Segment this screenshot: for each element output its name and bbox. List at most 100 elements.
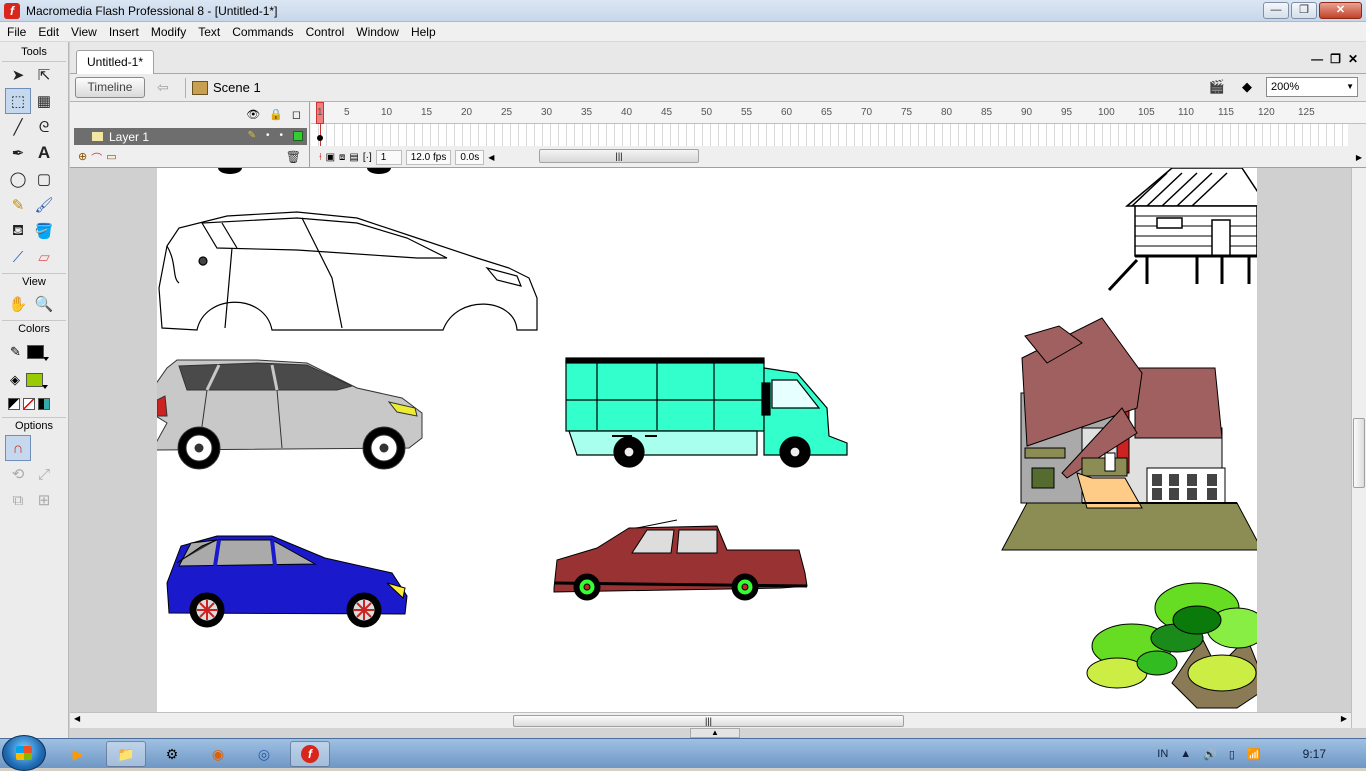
brush-tool-icon[interactable]: 🖌 bbox=[31, 192, 57, 218]
start-button[interactable] bbox=[2, 735, 46, 771]
zoom-tool-icon[interactable]: 🔍 bbox=[31, 291, 57, 317]
line-tool-icon[interactable]: ╱ bbox=[5, 114, 31, 140]
no-color-icon[interactable] bbox=[23, 398, 35, 410]
swap-colors-icon[interactable] bbox=[38, 398, 50, 410]
subselection-tool-icon[interactable]: ⇱ bbox=[31, 62, 57, 88]
menu-help[interactable]: Help bbox=[405, 22, 442, 42]
vertical-scroll-thumb[interactable] bbox=[1353, 418, 1365, 488]
document-tab[interactable]: Untitled-1* bbox=[76, 50, 155, 74]
cyan-box-truck[interactable] bbox=[565, 357, 848, 468]
firefox-icon[interactable]: ◉ bbox=[198, 741, 238, 767]
blue-suv[interactable] bbox=[166, 535, 408, 628]
insert-folder-icon[interactable]: ▭ bbox=[106, 150, 116, 166]
fill-color-swatch[interactable] bbox=[26, 373, 48, 389]
lock-dot[interactable]: • bbox=[279, 130, 283, 141]
pencil-tool-icon[interactable]: ✎ bbox=[5, 192, 31, 218]
clock[interactable]: 9:17 bbox=[1303, 747, 1326, 761]
horizontal-scrollbar[interactable]: ◀ ||| ▶ bbox=[70, 712, 1351, 728]
two-story-house[interactable] bbox=[1001, 317, 1263, 551]
back-arrow-icon[interactable]: ⇦ bbox=[157, 79, 179, 96]
zoom-select[interactable]: 200% bbox=[1266, 77, 1358, 97]
edit-scene-icon[interactable]: 🎬 bbox=[1206, 77, 1228, 97]
visibility-dot[interactable]: • bbox=[266, 130, 270, 141]
flash-task-icon[interactable]: f bbox=[290, 741, 330, 767]
doc-minimize-button[interactable]: — bbox=[1311, 52, 1323, 66]
timeline-toggle-button[interactable]: Timeline bbox=[75, 77, 145, 98]
explorer-folder-icon[interactable]: 📁 bbox=[106, 741, 146, 767]
eraser-tool-icon[interactable]: ▱ bbox=[31, 244, 57, 270]
horizontal-scroll-thumb[interactable]: ||| bbox=[513, 715, 904, 727]
gradient-transform-tool-icon[interactable]: ▦ bbox=[31, 88, 57, 114]
menu-text[interactable]: Text bbox=[192, 22, 226, 42]
pen-tool-icon[interactable]: ✒ bbox=[5, 140, 31, 166]
scroll-left-icon[interactable]: ◀ bbox=[488, 153, 494, 162]
network-icon[interactable]: 📶 bbox=[1247, 748, 1261, 761]
vertical-scrollbar[interactable] bbox=[1351, 168, 1366, 728]
oval-tool-icon[interactable]: ◯ bbox=[5, 166, 31, 192]
onion-outlines-icon[interactable]: ⧈ bbox=[339, 152, 345, 163]
free-transform-tool-icon[interactable]: ⬚ bbox=[5, 88, 31, 114]
menu-window[interactable]: Window bbox=[350, 22, 405, 42]
minimize-button[interactable]: — bbox=[1263, 2, 1289, 19]
insert-layer-icon[interactable]: ⊕ bbox=[78, 150, 87, 166]
network-app-icon[interactable]: ⚙ bbox=[152, 741, 192, 767]
menu-view[interactable]: View bbox=[65, 22, 103, 42]
webcam-app-icon[interactable]: ◎ bbox=[244, 741, 284, 767]
stilt-hut[interactable] bbox=[1107, 168, 1269, 292]
scroll-right-icon[interactable]: ▶ bbox=[1356, 153, 1362, 162]
eye-icon[interactable]: 👁 bbox=[246, 108, 260, 121]
envelope-icon[interactable]: ⊞ bbox=[31, 487, 57, 513]
doc-restore-button[interactable]: ❐ bbox=[1330, 52, 1341, 66]
frame-rate[interactable]: 12.0 fps bbox=[405, 149, 452, 165]
menu-edit[interactable]: Edit bbox=[32, 22, 65, 42]
scale-icon[interactable]: ⤢ bbox=[31, 461, 57, 487]
scroll-left-arrow-icon[interactable]: ◀ bbox=[74, 714, 80, 723]
eyedropper-tool-icon[interactable]: ⟋ bbox=[5, 244, 31, 270]
ink-bottle-tool-icon[interactable]: ⛾ bbox=[5, 218, 31, 244]
menu-insert[interactable]: Insert bbox=[103, 22, 145, 42]
black-white-icon[interactable] bbox=[8, 398, 20, 410]
scene-label[interactable]: Scene 1 bbox=[213, 80, 261, 95]
timeline-scrollbar[interactable]: ||| bbox=[539, 149, 699, 163]
menu-file[interactable]: File bbox=[0, 22, 32, 42]
volume-icon[interactable]: 🔊 bbox=[1203, 748, 1217, 761]
selection-tool-icon[interactable]: ➤ bbox=[5, 62, 31, 88]
outline-color-square[interactable] bbox=[293, 130, 303, 141]
panel-collapse-arrow-icon[interactable]: ▲ bbox=[690, 728, 740, 738]
menu-commands[interactable]: Commands bbox=[226, 22, 299, 42]
onion-skin-icon[interactable]: ▣ bbox=[326, 152, 335, 163]
distort-icon[interactable]: ⧉ bbox=[5, 487, 31, 513]
close-button[interactable]: ✕ bbox=[1319, 2, 1362, 19]
menu-modify[interactable]: Modify bbox=[145, 22, 192, 42]
stage[interactable] bbox=[150, 168, 1269, 712]
silver-minivan[interactable] bbox=[150, 359, 423, 470]
outline-icon[interactable]: ◻ bbox=[292, 108, 301, 121]
red-pickup[interactable] bbox=[553, 519, 808, 601]
show-hidden-icons-icon[interactable]: ▲ bbox=[1180, 748, 1191, 760]
language-indicator[interactable]: IN bbox=[1157, 748, 1168, 760]
rotate-skew-icon[interactable]: ⟲ bbox=[5, 461, 31, 487]
text-tool-icon[interactable]: A bbox=[31, 140, 57, 166]
frame-grid[interactable] bbox=[311, 124, 1348, 146]
stroke-color-swatch[interactable] bbox=[26, 345, 49, 361]
doc-close-button[interactable]: ✕ bbox=[1348, 52, 1358, 66]
hand-tool-icon[interactable]: ✋ bbox=[5, 291, 31, 317]
onion-markers-icon[interactable]: [·] bbox=[363, 152, 372, 163]
paint-bucket-tool-icon[interactable]: 🪣 bbox=[31, 218, 57, 244]
center-frame-icon[interactable]: ⍿ bbox=[319, 152, 322, 163]
lock-icon[interactable]: 🔒 bbox=[269, 108, 283, 121]
maximize-button[interactable]: ❐ bbox=[1291, 2, 1317, 19]
battery-icon[interactable]: ▯ bbox=[1229, 748, 1235, 761]
menu-control[interactable]: Control bbox=[300, 22, 351, 42]
add-guide-icon[interactable]: ⌒ bbox=[91, 150, 102, 166]
edit-multiple-icon[interactable]: ▤ bbox=[349, 152, 358, 163]
rectangle-tool-icon[interactable]: ▢ bbox=[31, 166, 57, 192]
leafy-tree[interactable] bbox=[1086, 582, 1268, 709]
layer-row[interactable]: Layer 1 ✎ • • bbox=[74, 128, 307, 145]
outline-hatchback[interactable] bbox=[158, 211, 538, 331]
frame-ruler[interactable]: 1 5 10 15 20 25 30 35 40 45 50 55 60 65 70 75 80 85 90 95 10… bbox=[311, 102, 1366, 124]
lasso-tool-icon[interactable]: ᘓ bbox=[31, 114, 57, 140]
snap-magnet-icon[interactable]: ∩ bbox=[5, 435, 31, 461]
delete-layer-icon[interactable]: 🗑 bbox=[286, 150, 301, 164]
media-player-icon[interactable]: ▶ bbox=[58, 741, 98, 767]
